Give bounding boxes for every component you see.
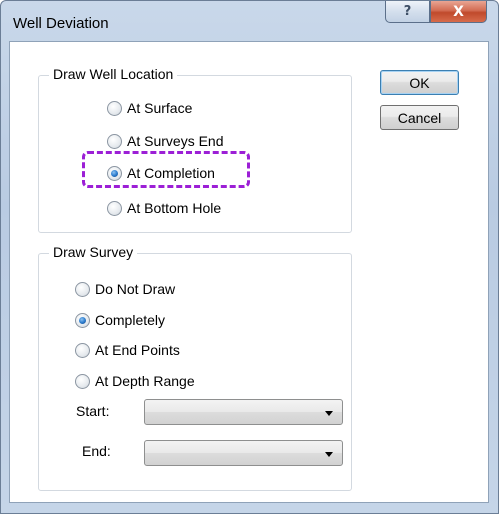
radio-label: At Depth Range (95, 373, 195, 389)
radio-label: At Bottom Hole (127, 200, 222, 216)
well-deviation-dialog: Well Deviation ? X Draw Well Location At… (0, 0, 499, 514)
end-dropdown[interactable] (144, 440, 343, 466)
close-icon: X (453, 3, 464, 20)
help-button[interactable]: ? (385, 1, 430, 23)
start-dropdown[interactable] (144, 399, 343, 425)
radio-button[interactable] (107, 133, 122, 149)
radio-at-surveys-end[interactable]: At Surveys End (107, 133, 224, 149)
radio-button[interactable] (107, 100, 122, 116)
group-title-draw-survey: Draw Survey (49, 244, 138, 260)
start-label: Start: (76, 403, 110, 419)
radio-at-depth-range[interactable]: At Depth Range (75, 373, 195, 389)
radio-at-end-points[interactable]: At End Points (75, 342, 180, 358)
radio-button[interactable] (75, 342, 90, 358)
radio-completely[interactable]: Completely (75, 312, 165, 328)
radio-button[interactable] (75, 373, 90, 389)
radio-button[interactable] (75, 281, 90, 297)
radio-label: At End Points (95, 342, 180, 358)
radio-do-not-draw[interactable]: Do Not Draw (75, 281, 175, 297)
question-mark-icon: ? (403, 4, 412, 19)
chevron-down-icon (325, 452, 333, 457)
group-title-draw-well-location: Draw Well Location (49, 66, 178, 82)
title-bar[interactable]: Well Deviation ? X (1, 1, 498, 41)
radio-label: At Surface (127, 100, 193, 116)
highlight-annotation (82, 151, 250, 188)
close-button[interactable]: X (430, 1, 487, 23)
ok-button[interactable]: OK (380, 70, 459, 95)
radio-button[interactable] (107, 200, 122, 216)
chevron-down-icon (325, 411, 333, 416)
end-label: End: (82, 443, 111, 459)
dialog-title: Well Deviation (13, 15, 109, 32)
radio-label: Do Not Draw (95, 281, 176, 297)
dialog-body: Draw Well Location At Surface At Surveys… (9, 41, 489, 503)
radio-at-bottom-hole[interactable]: At Bottom Hole (107, 200, 221, 216)
radio-button-selected[interactable] (75, 312, 90, 328)
cancel-button[interactable]: Cancel (380, 105, 459, 130)
radio-at-surface[interactable]: At Surface (107, 100, 192, 116)
radio-label: Completely (95, 312, 166, 328)
radio-label: At Surveys End (127, 133, 224, 149)
